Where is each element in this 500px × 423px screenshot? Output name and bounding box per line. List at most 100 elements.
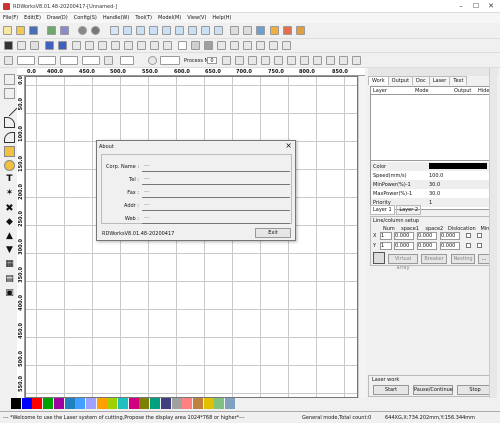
arrow-icon[interactable] (17, 41, 26, 50)
color-swatch[interactable] (32, 398, 43, 409)
preview-icon[interactable] (243, 26, 252, 35)
open-file-icon[interactable] (16, 26, 25, 35)
minimize-button[interactable]: – (455, 2, 467, 11)
align-top-icon[interactable] (248, 56, 257, 65)
x-space1-input[interactable]: 0.000 (394, 232, 414, 240)
close-button[interactable]: ✕ (485, 2, 497, 11)
zoom-all-icon[interactable] (188, 26, 197, 35)
maximize-button[interactable]: ☐ (470, 2, 482, 11)
node-icon[interactable] (30, 41, 39, 50)
print-icon[interactable] (230, 26, 239, 35)
zoom-page-icon[interactable] (162, 26, 171, 35)
distribute-v-icon[interactable] (339, 56, 348, 65)
ellipse-tool-icon[interactable] (4, 160, 15, 171)
param-value[interactable]: 30.0 (429, 182, 440, 188)
settings-icon[interactable] (78, 26, 87, 35)
group-icon[interactable] (282, 41, 291, 50)
line-tool-icon[interactable] (1, 100, 18, 117)
combine-icon[interactable] (256, 41, 265, 50)
camera-icon[interactable] (4, 41, 13, 50)
zoom-select-icon[interactable] (175, 26, 184, 35)
frame-icon[interactable]: ▤ (4, 274, 15, 285)
checkbox-icon[interactable] (178, 41, 187, 50)
scale-input[interactable] (120, 56, 134, 65)
zoom-in-icon[interactable] (123, 26, 132, 35)
import-icon[interactable] (47, 26, 56, 35)
color-swatch[interactable] (64, 398, 75, 409)
height-input[interactable] (82, 56, 100, 65)
monitor-icon[interactable] (256, 26, 265, 35)
menu-tool[interactable]: Tool(T) (132, 13, 155, 21)
x-space2-input[interactable]: 0.000 (417, 232, 437, 240)
layer-tab-1[interactable]: Layer 1 (370, 205, 395, 215)
zoom-window-icon[interactable] (149, 26, 158, 35)
circle-icon[interactable] (124, 41, 133, 50)
tab-laser[interactable]: Laser (428, 76, 451, 85)
x-dislocation-input[interactable]: 0.000 (440, 232, 460, 240)
polyline-tool-icon[interactable] (4, 117, 15, 128)
line-icon[interactable] (98, 41, 107, 50)
color-swatch[interactable] (139, 398, 150, 409)
same-height-icon[interactable] (300, 56, 309, 65)
panel-scrollbar[interactable] (489, 68, 497, 398)
undo-icon[interactable] (163, 41, 172, 50)
y-dislocation-input[interactable]: 0.000 (440, 242, 460, 250)
color-swatch[interactable] (21, 398, 32, 409)
menu-view[interactable]: View(V) (184, 13, 209, 21)
color-swatch[interactable] (192, 398, 203, 409)
color-swatch[interactable] (203, 398, 214, 409)
tab-doc[interactable]: Doc (412, 76, 430, 85)
grid-tool-icon[interactable]: ▦ (4, 259, 15, 270)
color-swatch[interactable] (85, 398, 96, 409)
y-mirror-v-checkbox[interactable] (477, 243, 482, 248)
align-left-icon[interactable] (222, 56, 231, 65)
text-tool-icon[interactable]: T (4, 174, 15, 185)
mirror-v-icon[interactable] (230, 41, 239, 50)
tab-work[interactable]: Work (368, 76, 389, 85)
vertical-scrollbar[interactable] (358, 76, 366, 398)
start-button[interactable]: Start (373, 385, 409, 395)
y-mirror-h-checkbox[interactable] (466, 243, 471, 248)
menu-config[interactable]: Config(S) (71, 13, 100, 21)
curve-icon[interactable] (72, 41, 81, 50)
curve-tool-icon[interactable] (4, 132, 15, 143)
color-swatch[interactable] (96, 398, 107, 409)
color-swatch[interactable] (43, 398, 54, 409)
color-swatch[interactable] (150, 398, 161, 409)
nesting-button[interactable]: Nesting (451, 254, 475, 264)
color-swatch[interactable] (225, 398, 235, 409)
y-num-input[interactable]: 1 (380, 242, 392, 250)
node-edit-icon[interactable] (4, 88, 15, 99)
same-size-icon[interactable] (313, 56, 322, 65)
rect-icon[interactable] (111, 41, 120, 50)
array-icon-button[interactable] (373, 252, 385, 264)
color-swatch[interactable] (128, 398, 139, 409)
close-icon[interactable]: × (285, 141, 292, 150)
polygon-icon[interactable] (137, 41, 146, 50)
dot-icon[interactable]: ▲ (4, 231, 15, 242)
color-swatch[interactable] (11, 398, 21, 409)
width-input[interactable] (60, 56, 78, 65)
zoom-fit-icon[interactable] (201, 26, 210, 35)
align-right-icon[interactable] (235, 56, 244, 65)
align-bottom-icon[interactable] (261, 56, 270, 65)
param-value[interactable]: 100.0 (429, 173, 443, 179)
breaker-button[interactable]: Breaker (421, 254, 447, 264)
same-width-icon[interactable] (287, 56, 296, 65)
menu-edit[interactable]: Edit(E) (21, 13, 44, 21)
new-file-icon[interactable] (3, 26, 12, 35)
text-icon[interactable] (85, 41, 94, 50)
distribute-icon[interactable] (58, 41, 67, 50)
break-icon[interactable] (269, 41, 278, 50)
effect-icon[interactable] (283, 26, 292, 35)
y-space2-input[interactable]: 0.000 (417, 242, 437, 250)
param-value[interactable]: 30.0 (429, 191, 440, 197)
layer-table[interactable]: Layer Mode Output Hide (370, 86, 492, 161)
color-swatch[interactable] (214, 398, 225, 409)
color-swatch[interactable] (118, 398, 128, 409)
param-value[interactable]: 1 (429, 200, 432, 206)
virtual-array-button[interactable]: Virtual array (388, 254, 418, 271)
x-mirror-h-checkbox[interactable] (466, 233, 471, 238)
color-swatch[interactable] (182, 398, 193, 409)
color-swatch[interactable] (75, 398, 86, 409)
